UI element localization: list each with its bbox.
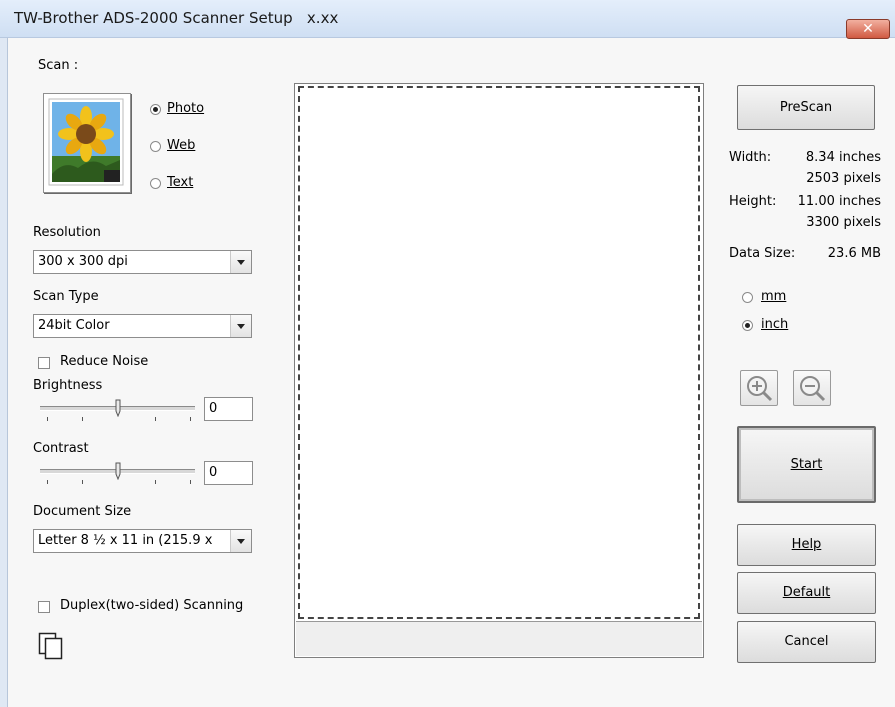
slider-tick — [190, 480, 191, 484]
height-pixels-value: 3300 pixels — [806, 215, 881, 230]
document-size-select[interactable]: Letter 8 ½ x 11 in (215.9 x — [33, 529, 252, 553]
inch-radio[interactable] — [742, 320, 753, 331]
web-radio[interactable] — [150, 141, 161, 152]
close-button[interactable]: ✕ — [846, 19, 890, 39]
brightness-label: Brightness — [33, 378, 103, 393]
window-left-border — [0, 38, 8, 707]
brightness-slider[interactable] — [40, 398, 195, 426]
slider-tick — [82, 417, 83, 421]
chevron-down-icon[interactable] — [230, 251, 251, 273]
inch-radio-label[interactable]: inch — [761, 317, 788, 332]
width-pixels-value: 2503 pixels — [806, 171, 881, 186]
mm-radio[interactable] — [742, 292, 753, 303]
brightness-slider-thumb[interactable] — [114, 399, 122, 417]
duplex-label[interactable]: Duplex(two-sided) Scanning — [60, 598, 243, 613]
duplex-pages-icon — [38, 632, 63, 660]
slider-tick — [155, 480, 156, 484]
slider-tick — [190, 417, 191, 421]
scan-mode-thumbnail — [43, 93, 131, 193]
brightness-value-field[interactable]: 0 — [204, 397, 253, 421]
slider-tick — [47, 480, 48, 484]
contrast-slider-thumb[interactable] — [114, 462, 122, 480]
scan-type-label: Scan Type — [33, 289, 99, 304]
reduce-noise-checkbox[interactable] — [38, 357, 50, 369]
text-radio[interactable] — [150, 178, 161, 189]
contrast-label: Contrast — [33, 441, 89, 456]
scan-type-select[interactable]: 24bit Color — [33, 314, 252, 338]
photo-radio[interactable] — [150, 104, 161, 115]
window-version: x.xx — [306, 9, 339, 27]
web-radio-label[interactable]: Web — [167, 138, 195, 153]
slider-tick — [47, 417, 48, 421]
title-bar: TW-Brother ADS-2000 Scanner Setup x.xx — [0, 0, 895, 38]
document-size-label: Document Size — [33, 504, 132, 519]
data-size-value: 23.6 MB — [827, 246, 881, 261]
scan-type-value: 24bit Color — [38, 318, 110, 333]
zoom-out-button[interactable] — [793, 370, 831, 406]
sunflower-photo-icon — [48, 98, 124, 186]
document-size-value: Letter 8 ½ x 11 in (215.9 x — [38, 533, 213, 548]
photo-radio-label[interactable]: Photo — [167, 101, 204, 116]
window-title-text: TW-Brother ADS-2000 Scanner Setup — [14, 9, 293, 27]
prescan-button[interactable]: PreScan — [737, 85, 875, 130]
slider-tick — [155, 417, 156, 421]
chevron-down-icon[interactable] — [230, 530, 251, 552]
contrast-slider[interactable] — [40, 461, 195, 489]
mm-radio-label[interactable]: mm — [761, 289, 786, 304]
resolution-value: 300 x 300 dpi — [38, 254, 128, 269]
duplex-checkbox[interactable] — [38, 601, 50, 613]
zoom-in-button[interactable] — [740, 370, 778, 406]
resolution-select[interactable]: 300 x 300 dpi — [33, 250, 252, 274]
scan-area-selection[interactable] — [298, 86, 700, 619]
height-inches-value: 11.00 inches — [797, 194, 881, 209]
default-button[interactable]: Default — [737, 572, 876, 614]
start-button[interactable]: Start — [737, 426, 876, 503]
width-inches-value: 8.34 inches — [805, 150, 881, 165]
reduce-noise-label[interactable]: Reduce Noise — [60, 354, 148, 369]
chevron-down-icon[interactable] — [230, 315, 251, 337]
contrast-value-field[interactable]: 0 — [204, 461, 253, 485]
zoom-out-icon — [800, 376, 826, 402]
cancel-button[interactable]: Cancel — [737, 621, 876, 663]
resolution-label: Resolution — [33, 225, 101, 240]
text-radio-label[interactable]: Text — [167, 175, 193, 190]
scan-label: Scan : — [38, 58, 79, 73]
help-button[interactable]: Help — [737, 524, 876, 566]
slider-tick — [82, 480, 83, 484]
window-title: TW-Brother ADS-2000 Scanner Setup x.xx — [14, 9, 338, 27]
preview-status-bar — [296, 621, 702, 656]
zoom-in-icon — [747, 376, 773, 402]
